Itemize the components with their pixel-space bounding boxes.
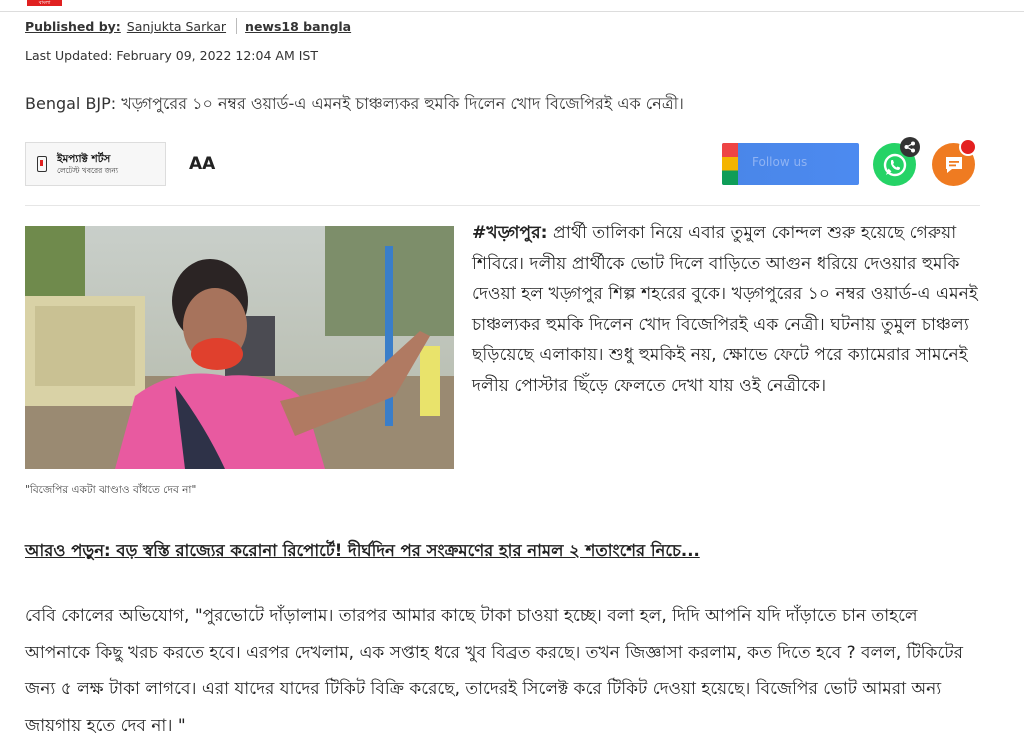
body-paragraph: বেবি কোলের অভিযোগ, "পুরভোটে দাঁড়ালাম। ত… <box>25 606 963 736</box>
read-more-link[interactable]: আরও পড়ুন: বড় স্বস্তি রাজ্যের করোনা রিপ… <box>25 538 700 565</box>
share-icon[interactable] <box>900 137 920 157</box>
location-tag[interactable]: #খড়্গপুর: <box>472 223 548 243</box>
article-toolbar: ইমপ্যাক্ট শর্টস লেটেস্ট খবরের জন্য AA Fo… <box>25 137 980 190</box>
google-news-icon <box>722 143 738 185</box>
shorts-subtitle: লেটেস্ট খবরের জন্য <box>57 165 119 175</box>
language-tab[interactable]: বাংলা <box>27 0 62 6</box>
section-divider <box>25 205 980 206</box>
font-size-button[interactable]: AA <box>189 154 215 174</box>
phone-icon <box>37 156 47 172</box>
published-by-label: Published by: <box>25 18 121 34</box>
last-updated: Last Updated: February 09, 2022 12:04 AM… <box>25 48 318 63</box>
shorts-title: ইমপ্যাক্ট শর্টস <box>57 152 111 165</box>
lead-paragraph: #খড়্গপুর: প্রার্থী তালিকা নিয়ে এবার তু… <box>472 218 984 401</box>
comment-icon <box>945 156 962 173</box>
source-link[interactable]: news18 bangla <box>245 19 351 34</box>
image-caption: "বিজেপির একটা ঝাণ্ডাও বাঁধতে দেব না" <box>25 484 197 496</box>
notification-badge <box>959 138 977 156</box>
follow-us-button[interactable]: Follow us <box>722 143 859 185</box>
byline-divider <box>236 18 238 34</box>
font-size-label: AA <box>189 154 216 174</box>
lead-text: প্রার্থী তালিকা নিয়ে এবার তুমুল কোন্দল … <box>472 223 978 396</box>
byline: Published by: Sanjukta Sarkar news18 ban… <box>25 18 351 34</box>
author-link[interactable]: Sanjukta Sarkar <box>127 19 226 34</box>
article-image <box>25 226 454 469</box>
top-bar: বাংলা <box>0 0 1024 12</box>
follow-label: Follow us <box>752 155 808 169</box>
impact-shorts-button[interactable]: ইমপ্যাক্ট শর্টস লেটেস্ট খবরের জন্য <box>25 142 166 186</box>
article-summary: Bengal BJP: খড়্গপুরের ১০ নম্বর ওয়ার্ড-… <box>25 94 684 113</box>
